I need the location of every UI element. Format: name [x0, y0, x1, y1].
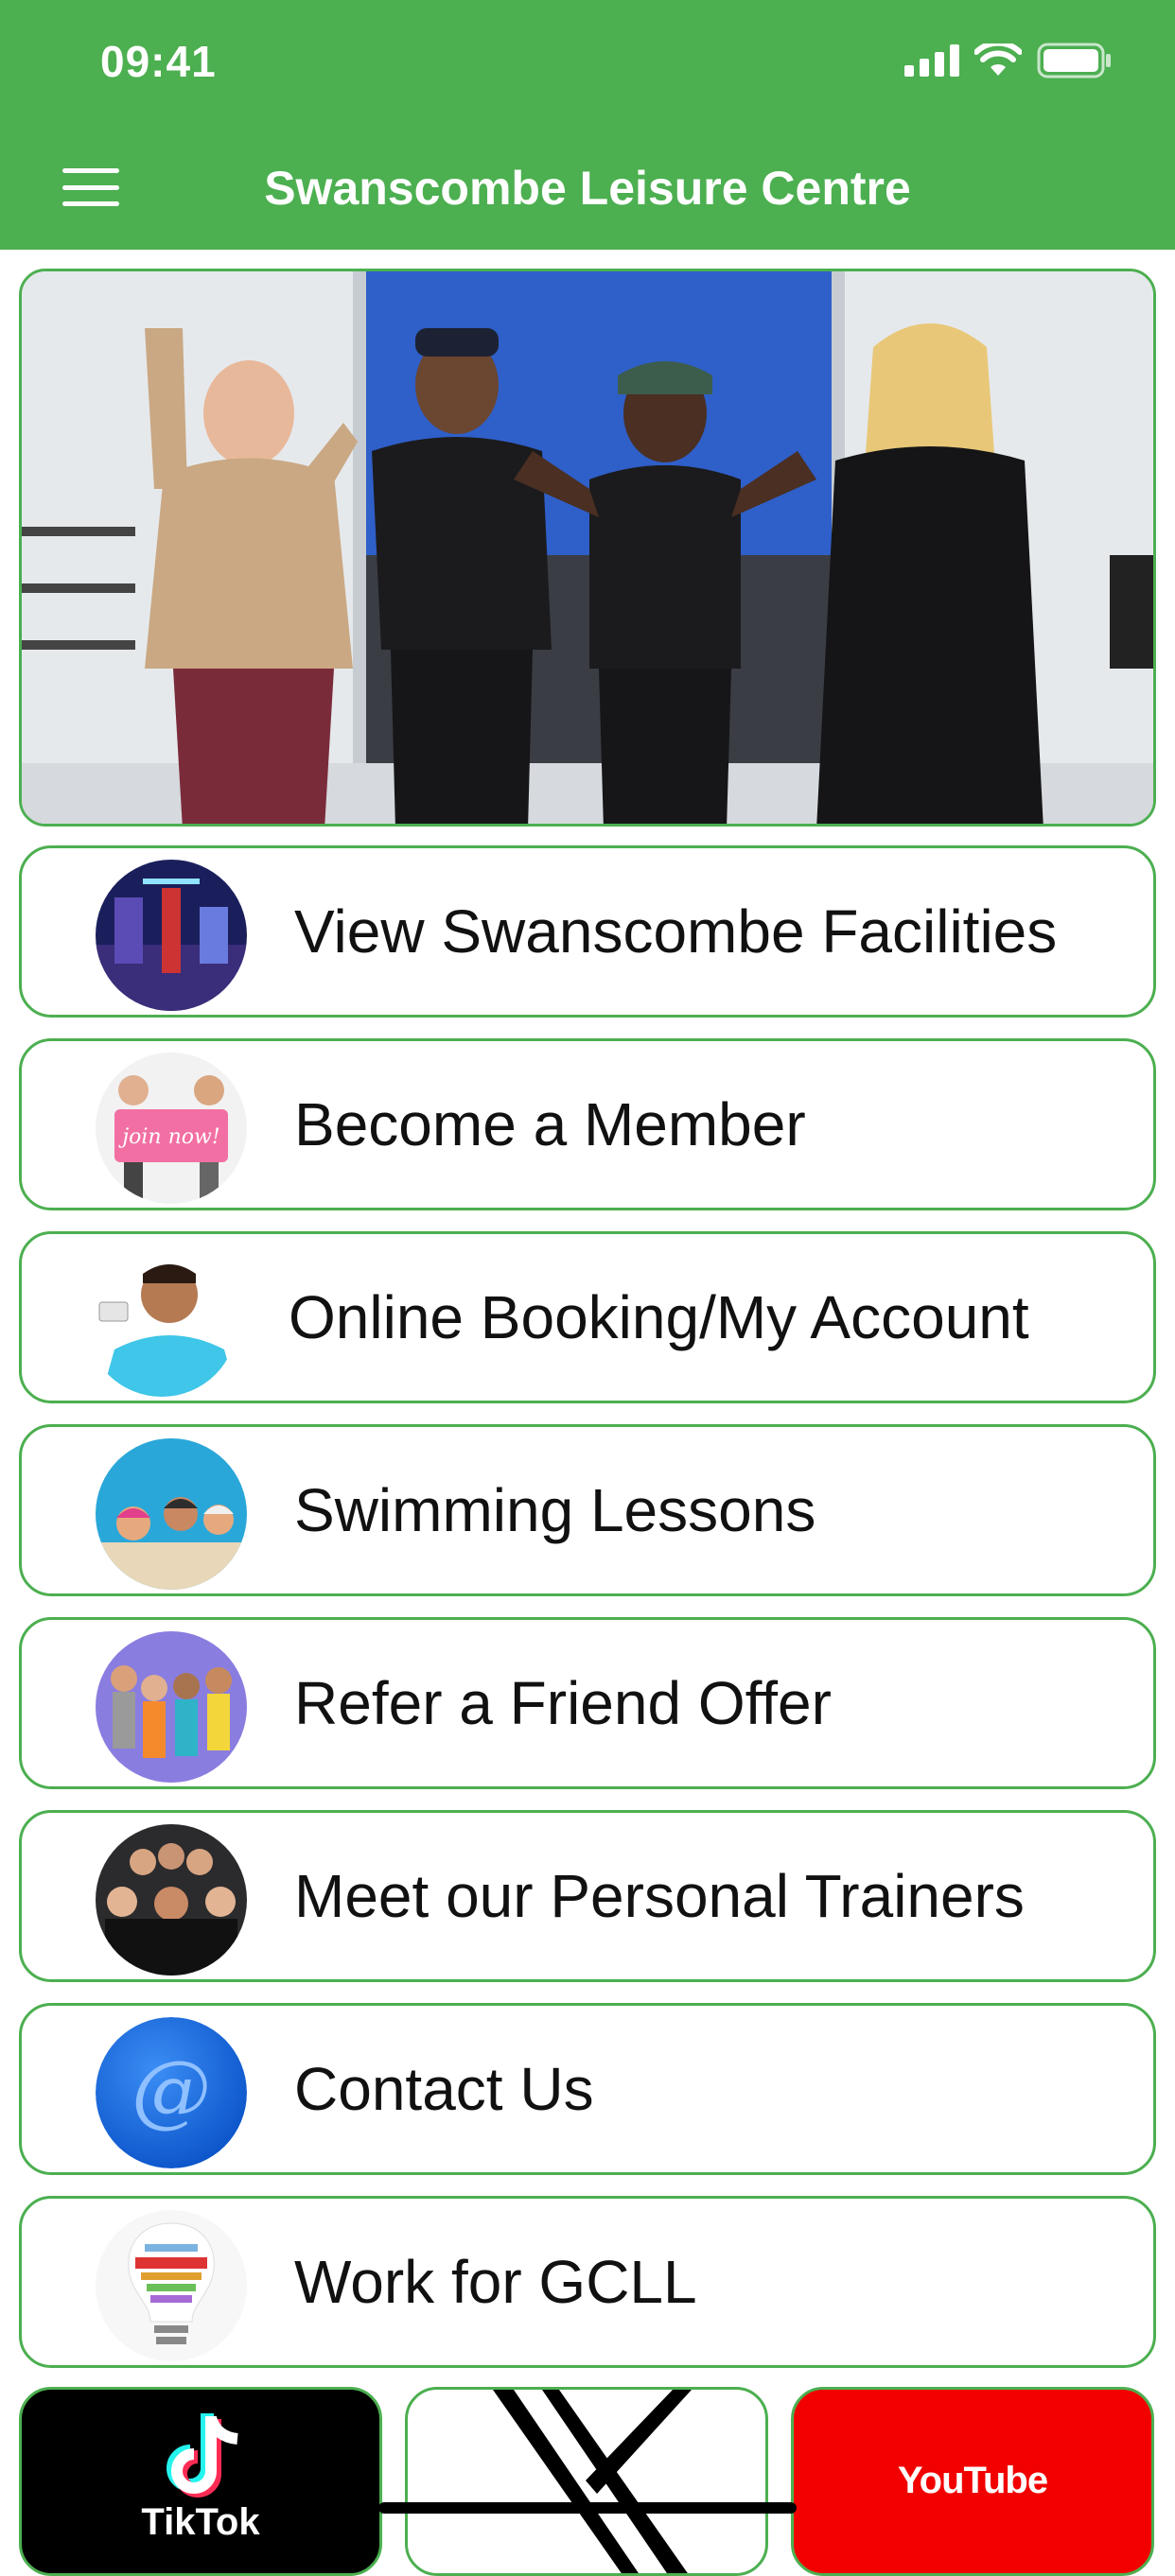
menu-item-label: View Swanscombe Facilities: [294, 897, 1058, 966]
svg-text:join now!: join now!: [117, 1125, 219, 1149]
status-time: 09:41: [100, 37, 217, 86]
tiktok-label: TikTok: [141, 2501, 260, 2543]
battery-icon: [1037, 43, 1111, 78]
careers-lightbulb-thumbnail: [96, 2210, 247, 2361]
menu-item-personal-trainers[interactable]: Meet our Personal Trainers: [19, 1810, 1156, 1982]
menu-item-label: Work for GCLL: [294, 2248, 697, 2316]
man-holding-card-thumbnail: [86, 1245, 237, 1397]
tiktok-button[interactable]: TikTok: [19, 2387, 382, 2576]
menu-item-label: Refer a Friend Offer: [294, 1669, 832, 1737]
join-now-thumbnail: join now!: [96, 1053, 247, 1204]
page-title: Swanscombe Leisure Centre: [264, 162, 911, 215]
svg-text:@: @: [132, 2044, 211, 2136]
youtube-button[interactable]: YouTube: [791, 2387, 1154, 2576]
wifi-icon: [974, 44, 1022, 76]
menu-item-refer-friend[interactable]: Refer a Friend Offer: [19, 1617, 1156, 1789]
menu-item-label: Become a Member: [294, 1090, 806, 1158]
menu-item-label: Online Booking/My Account: [289, 1283, 1029, 1351]
status-bar: 09:41: [0, 0, 1175, 125]
nav-bar: Swanscombe Leisure Centre: [0, 125, 1175, 250]
menu-item-facilities[interactable]: View Swanscombe Facilities: [19, 845, 1156, 1018]
menu-item-label: Meet our Personal Trainers: [294, 1862, 1025, 1930]
hero-banner-image: [19, 269, 1156, 827]
signal-icon: [904, 44, 959, 77]
swimmers-pool-thumbnail: [96, 1438, 247, 1590]
tiktok-icon: [167, 2413, 238, 2498]
youtube-label: YouTube: [897, 2460, 1048, 2501]
menu-item-membership[interactable]: join now! Become a Member: [19, 1038, 1156, 1210]
social-links-row: TikTok YouTube: [19, 2387, 1156, 2576]
menu-item-label: Contact Us: [294, 2055, 594, 2123]
x-twitter-button[interactable]: [405, 2387, 768, 2576]
menu-item-work-for-gcll[interactable]: Work for GCLL: [19, 2196, 1156, 2368]
menu-item-online-booking[interactable]: Online Booking/My Account: [19, 1231, 1156, 1403]
hero-photo: [22, 271, 1153, 824]
menu-item-swimming[interactable]: Swimming Lessons: [19, 1424, 1156, 1596]
menu-item-contact-us[interactable]: @ Contact Us: [19, 2003, 1156, 2175]
home-indicator: [378, 2502, 797, 2514]
at-sign-icon: @: [96, 2017, 247, 2168]
status-icons: [904, 42, 1113, 79]
x-logo-icon: [493, 2390, 692, 2573]
trainers-team-thumbnail: [96, 1824, 247, 1976]
gym-facility-thumbnail: [96, 860, 247, 1011]
group-of-friends-thumbnail: [96, 1631, 247, 1783]
menu-item-label: Swimming Lessons: [294, 1476, 816, 1544]
